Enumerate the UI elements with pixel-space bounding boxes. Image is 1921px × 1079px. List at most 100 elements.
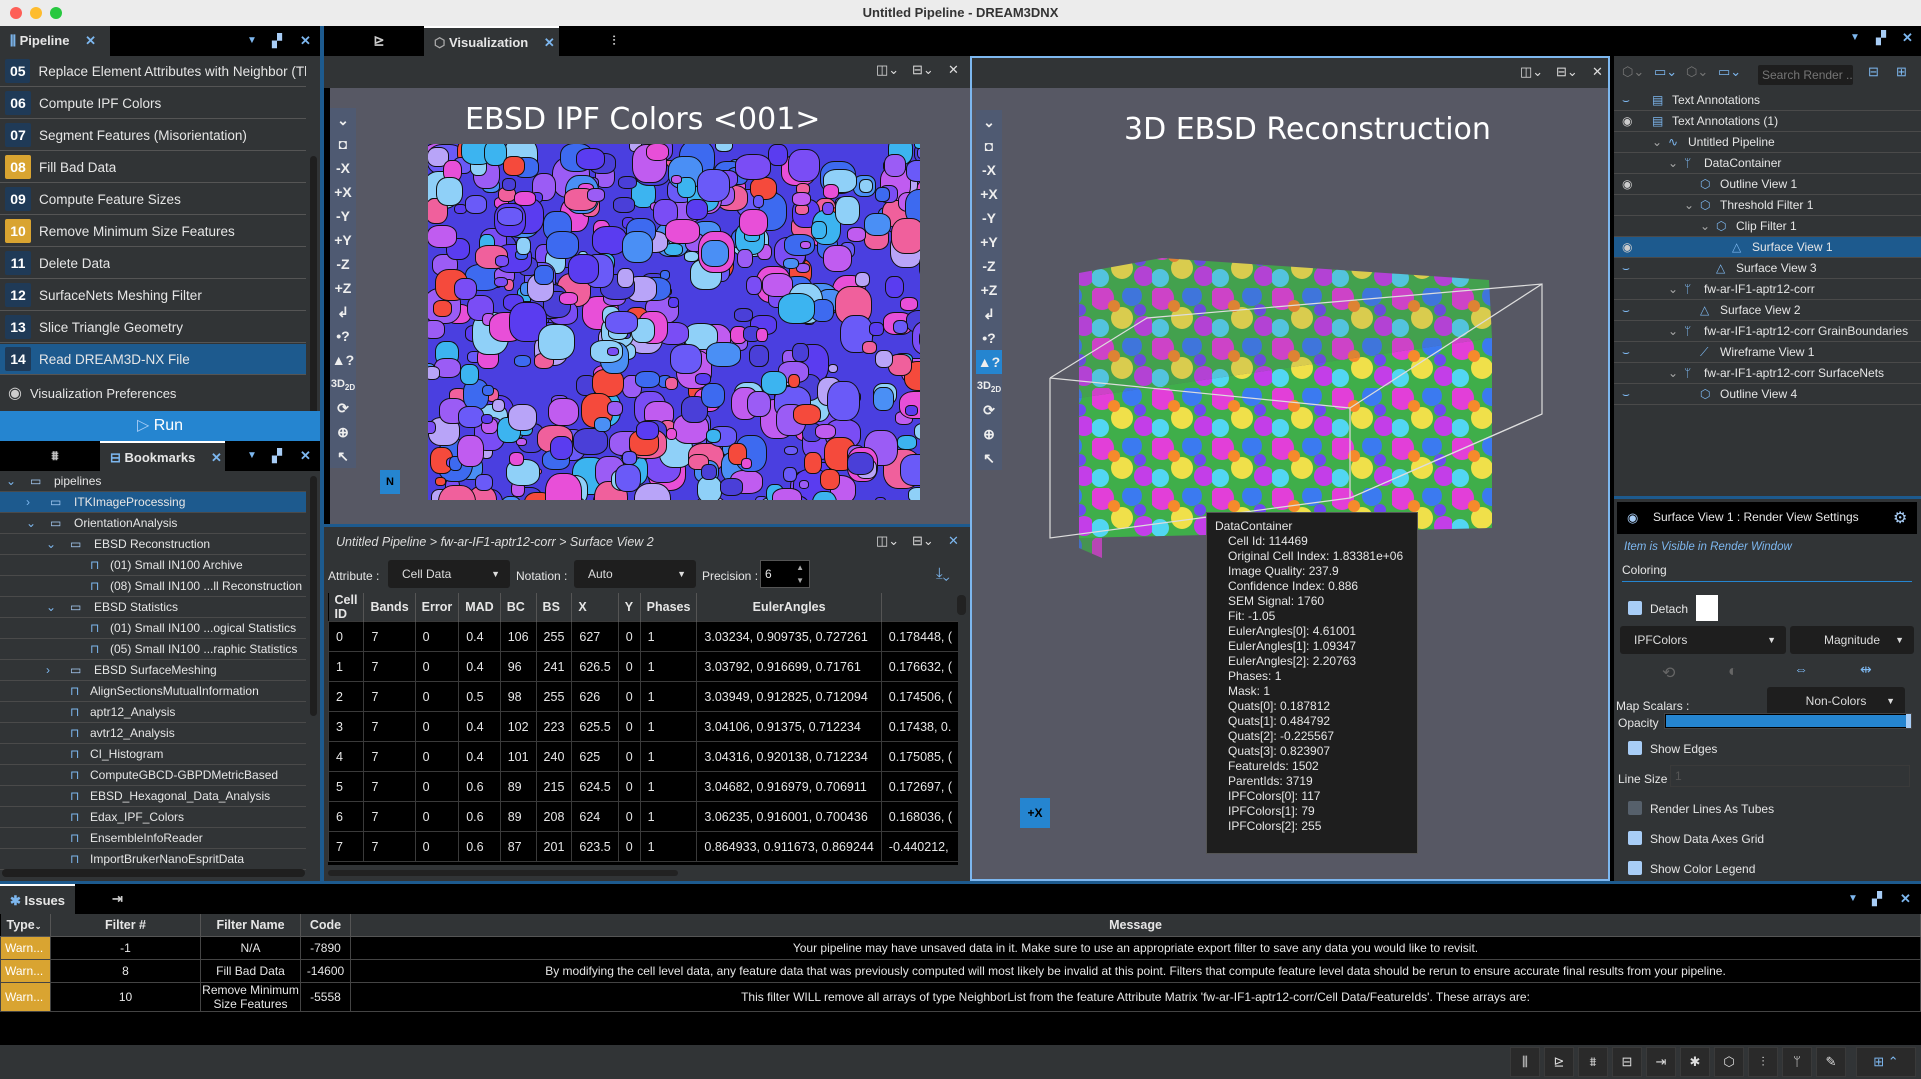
table-cell[interactable]: 4 [328,741,365,772]
invert-colormap-icon[interactable]: ◐ [1728,663,1738,681]
eye-closed-icon[interactable]: ⌣ [1622,300,1630,320]
pipeline-item[interactable]: 06 Compute IPF Colors [0,88,306,119]
table-cell[interactable]: 0.17438, 0. [880,711,958,742]
table-cell[interactable]: 96 [499,651,537,682]
table-cell[interactable]: 0.174506, ( [880,681,958,712]
table-cell[interactable]: 0.5 [458,681,501,712]
chevron-down-icon[interactable]: ⌄ [46,534,56,554]
close-panel-icon[interactable]: ✕ [1900,884,1911,914]
render-tree-item[interactable]: ⌄ ᛘ fw-ar-IF1-aptr12-corr SurfaceNets [1614,363,1921,384]
render-tree-item[interactable]: ⌣ △ Surface View 3 [1614,258,1921,279]
eye-closed-icon[interactable]: ⌣ [1622,258,1630,278]
col-code[interactable]: Code [300,914,351,937]
close-tab-icon[interactable]: ✕ [85,33,96,48]
tab-visualization[interactable]: ⬡ Visualization ✕ [424,26,559,56]
bookmarks-icon[interactable]: ⊟ [1612,1047,1642,1077]
float-panel-icon[interactable]: ▞ [1876,30,1886,46]
gear-icon[interactable]: ⚙ [1893,508,1907,528]
table-cell[interactable]: 0 [414,831,460,862]
table-cell[interactable]: 106 [499,621,537,652]
view-minus-y-button[interactable]: -Y [330,204,356,228]
close-tab-icon[interactable]: ✕ [544,35,555,50]
render-tree-item[interactable]: ⌄ ᛘ fw-ar-IF1-aptr12-corr [1614,279,1921,300]
bookmarks-hscrollbar[interactable] [2,869,305,877]
table-cell[interactable]: 89 [499,801,537,832]
table-cell[interactable]: 626.5 [571,651,619,682]
table-cell[interactable]: 0 [414,651,460,682]
close-view-icon[interactable]: ✕ [948,533,959,549]
table-cell[interactable]: 240 [535,741,573,772]
table-cell[interactable]: 201 [535,831,573,862]
bookmark-item[interactable]: ⊓ Edax_IPF_Colors [0,807,306,828]
table-cell[interactable]: 0.864933, 0.911673, 0.869244 [696,831,882,862]
table-cell[interactable]: 1 [639,681,698,712]
pipeline-item[interactable]: 09 Compute Feature Sizes [0,184,306,215]
close-view-icon[interactable]: ✕ [948,62,959,78]
table-cell[interactable]: 1 [639,831,698,862]
render-tree-item[interactable]: ⌣ ▤ Text Annotations [1614,90,1921,111]
attribute-select[interactable]: Cell Data ▼ [388,560,510,588]
add-source-icon[interactable]: ⬡⌄ [1622,64,1644,80]
table-cell[interactable]: 7 [363,621,416,652]
pipeline-item[interactable]: 07 Segment Features (Misorientation) [0,120,306,151]
zoom-to-fit-icon[interactable]: ⊕ [330,420,356,444]
table-cell[interactable]: 7 [363,651,416,682]
left-render-view[interactable]: ⌄ ◘ -X +X -Y +Y -Z +Z ↲ •? ▲? 3D2D ⟳ ⊕ ↖… [330,88,970,524]
toggle-3d-2d-button[interactable]: 3D2D [330,372,356,396]
table-cell[interactable]: 89 [499,771,537,802]
close-tab-icon[interactable]: ✕ [211,450,222,465]
table-cell[interactable]: 0 [617,831,641,862]
layout-grid-icon[interactable]: ⊞ ⌃ [1856,1047,1916,1077]
tab-pipeline[interactable]: ⫼ Pipeline ✕ [0,26,110,56]
filter-list-icon[interactable]: ⩩ [1578,1047,1608,1077]
camera-icon[interactable]: ◘ [330,132,356,156]
zoom-window-button[interactable] [50,7,62,19]
eye-closed-icon[interactable]: ⌣ [1622,90,1630,110]
bookmark-item[interactable]: ⌄ ▭ EBSD Statistics [0,597,306,618]
issue-row[interactable]: Warn... -1 N/A -7890 Your pipeline may have … [0,935,1921,960]
bookmark-item[interactable]: ⊓ (01) Small IN100 ...ogical Statistics [0,618,306,639]
cell-pick-icon[interactable]: ▲? [330,348,356,372]
table-cell[interactable]: 0.6 [458,831,501,862]
table-cell[interactable]: 241 [535,651,573,682]
split-vertical-icon[interactable]: ◫⌄ [876,62,899,78]
right-render-view[interactable]: ⌄ ◘ -X +X -Y +Y -Z +Z ↲ •? ▲? 3D2D ⟳ ⊕ ↖… [972,88,1608,879]
eye-icon[interactable]: ◉ [1627,510,1638,526]
visualization-preferences[interactable]: ◉ Visualization Preferences [0,376,320,410]
table-cell[interactable]: 0.4 [458,711,501,742]
map-scalars-select[interactable]: Non-Colors ▼ [1767,687,1905,715]
render-tree-item[interactable]: ◉ ⬡ Outline View 1 [1614,174,1921,195]
tab-filter-params[interactable]: ⊵ [324,26,424,56]
point-pick-icon[interactable]: •? [330,324,356,348]
table-cell[interactable]: 0 [617,681,641,712]
view-minus-x-button[interactable]: -X [330,156,356,180]
table-cell[interactable]: 0.4 [458,741,501,772]
table-cell[interactable]: 0 [328,621,365,652]
table-cell[interactable]: 627 [571,621,619,652]
table-cell[interactable]: 98 [499,681,537,712]
table-cell[interactable]: 625.5 [571,711,619,742]
table-cell[interactable]: 7 [328,831,365,862]
table-cell[interactable]: 0 [414,771,460,802]
chevron-right-icon[interactable]: › [46,660,50,680]
bookmark-item[interactable]: ⊓ (08) Small IN100 ...ll Reconstruction [0,576,306,597]
chevron-down-icon[interactable]: ⌄ [1668,321,1678,341]
tab-bookmarks[interactable]: ⊟ Bookmarks ✕ [100,441,225,471]
table-cell[interactable]: 3.04682, 0.916979, 0.706911 [696,771,882,802]
table-cell[interactable]: 7 [363,801,416,832]
render-tree-item[interactable]: ⌄ ᛘ fw-ar-IF1-aptr12-corr GrainBoundaries [1614,321,1921,342]
split-horizontal-icon[interactable]: ⊟⌄ [912,62,934,78]
column-header[interactable]: X [571,593,619,622]
table-cell[interactable]: 624.5 [571,771,619,802]
render-search-input[interactable] [1758,65,1853,85]
table-cell[interactable]: 1 [328,651,365,682]
table-row[interactable]: 1 7 0 0.4 96 241 626.5 0 1 3.03792, 0.916699, 0.7… [328,651,958,682]
bookmark-item[interactable]: ⊓ avtr12_Analysis [0,723,306,744]
table-cell[interactable]: 1 [639,771,698,802]
close-panel-icon[interactable]: ✕ [300,441,311,471]
opacity-slider[interactable] [1664,713,1912,729]
table-cell[interactable]: 0 [617,711,641,742]
table-cell[interactable]: -0.440212, [880,831,958,862]
bookmark-item[interactable]: ⌄ ▭ pipelines [0,471,306,492]
render-tree-item[interactable]: ⌣ ⟋ Wireframe View 1 [1614,342,1921,363]
